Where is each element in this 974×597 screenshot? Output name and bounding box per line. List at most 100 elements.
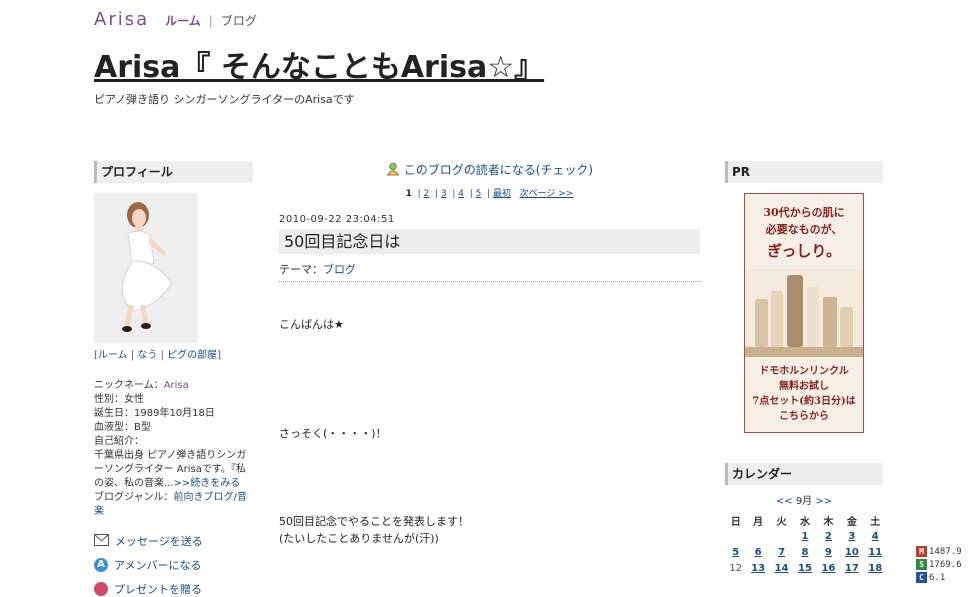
nav-blog-label: ブログ: [220, 14, 257, 28]
calendar-day[interactable]: 16: [817, 560, 840, 576]
nickname-label: ニックネーム：: [94, 380, 164, 391]
blood-type-row: 血液型：B型: [94, 422, 151, 433]
genre-row: ブログジャンル：前向きブログ/音楽: [94, 491, 253, 519]
entry-line: 50回目記念でやることを発表します！: [279, 515, 469, 528]
calendar-day[interactable]: 13: [746, 560, 769, 576]
calendar-next-link[interactable]: >>: [815, 496, 832, 507]
intro-text: 千葉県出身 ピアノ弾き語りシンガーソングライター Arisaです。『私の姿、私の…: [94, 449, 253, 491]
calendar-weekday: 水: [799, 516, 810, 528]
stock-row[interactable]: S 1769.6: [916, 558, 974, 571]
gender-row: 性別：女性: [94, 394, 144, 405]
send-message-label[interactable]: メッセージを送る: [115, 533, 203, 549]
calendar-empty-cell: [770, 528, 793, 544]
calendar-empty-cell: [746, 528, 769, 544]
left-sidebar: プロフィール [ルーム | なう | ピグの部屋] ニックネーム：Arisa 性…: [94, 161, 253, 597]
page-link[interactable]: 4: [458, 189, 464, 199]
bracket-close: ]: [217, 350, 222, 361]
separator: |: [160, 350, 164, 361]
first-page-link[interactable]: 最初: [493, 189, 511, 199]
nickname-row: ニックネーム：Arisa: [94, 379, 253, 393]
page-current: 1: [405, 189, 412, 199]
calendar-prev-link[interactable]: <<: [776, 496, 793, 507]
send-message-action[interactable]: メッセージを送る: [94, 533, 253, 549]
calendar-day[interactable]: 17: [840, 560, 863, 576]
stock-ticker-widget[interactable]: M 1487.9 S 1769.6 C 6.1: [916, 545, 974, 584]
become-reader-row[interactable]: このブログの読者になる(チェック): [279, 161, 700, 178]
separator: |: [130, 350, 135, 361]
read-more-link[interactable]: >>続きをみる: [174, 478, 241, 489]
stock-value: 6.1: [929, 572, 946, 583]
blog-description: ピアノ弾き語り シンガーソングライターのArisaです: [94, 93, 355, 106]
page-link[interactable]: 3: [441, 189, 447, 199]
birthday-row: 誕生日：1989年10月18日: [94, 408, 215, 419]
become-amember-action[interactable]: A アメンバーになる: [94, 557, 253, 573]
calendar-day[interactable]: 11: [864, 544, 887, 560]
genre-label: ブログジャンル：: [94, 492, 174, 503]
calendar-day[interactable]: 7: [770, 544, 793, 560]
entry-line: (たいしたことありませんが(汗)): [279, 532, 439, 545]
stock-value: 1769.6: [929, 559, 962, 570]
ad-headline-2: 必要なものが、: [765, 223, 843, 236]
become-amember-label[interactable]: アメンバーになる: [114, 557, 201, 573]
ad-footer-4: こちらから: [779, 411, 829, 422]
send-gift-action[interactable]: プレゼントを贈る: [94, 581, 253, 597]
profile-links: [ルーム | なう | ピグの部屋]: [94, 346, 253, 361]
pr-ad-banner[interactable]: 30代からの肌に 必要なものが、 ぎっしり。 ドモホルンリンクル 無料お試し 7…: [744, 193, 864, 433]
stock-row[interactable]: C 6.1: [916, 571, 974, 584]
calendar-weekday: 木: [823, 516, 834, 528]
entry-line: こんばんは★: [279, 318, 344, 331]
profile-heading: プロフィール: [94, 161, 253, 183]
calendar-day[interactable]: 3: [840, 528, 863, 544]
ad-footer-3: 7点セット(約3日分)は: [752, 396, 856, 407]
profile-actions: メッセージを送る A アメンバーになる プレゼントを贈る: [94, 533, 253, 597]
page-link[interactable]: 2: [424, 189, 430, 199]
pagination: 1 | 2 | 3 | 4 | 5 | 最初 次ページ >>: [405, 189, 574, 199]
blog-title[interactable]: Arisa『 そんなこともArisa☆』: [94, 42, 544, 86]
room-link[interactable]: ルーム: [98, 350, 128, 361]
pigg-room-link[interactable]: ピグの部屋: [167, 350, 217, 361]
intro-label: 自己紹介：: [94, 436, 144, 447]
nav-room-link[interactable]: ルーム: [165, 12, 201, 29]
reader-icon: [386, 162, 404, 177]
profile-photo-figure: [94, 193, 198, 343]
main-content: このブログの読者になる(チェック) 1 | 2 | 3 | 4 | 5 | 最初…: [279, 161, 700, 545]
entry-title[interactable]: 50回目記念日は: [279, 229, 700, 254]
nav-separator: |: [208, 14, 213, 28]
calendar-day[interactable]: 2: [817, 528, 840, 544]
ad-product-image: [745, 269, 863, 357]
calendar-day[interactable]: 14: [770, 560, 793, 576]
calendar-day[interactable]: 9: [817, 544, 840, 560]
calendar-day[interactable]: 5: [725, 544, 746, 560]
ad-footer-1: ドモホルンリンクル: [759, 366, 849, 377]
profile-info: ニックネーム：Arisa 性別：女性 誕生日：1989年10月18日 血液型：B…: [94, 379, 253, 519]
envelope-icon: [94, 533, 109, 549]
profile-photo[interactable]: [94, 193, 198, 343]
calendar-weekday: 月: [753, 516, 764, 528]
ad-headline-3: ぎっしり。: [766, 242, 842, 260]
calendar-day[interactable]: 8: [793, 544, 816, 560]
entry-body: こんばんは★ さっそく(・・・・)！ 50回目記念でやることを発表します！ (た…: [279, 282, 700, 545]
theme-link[interactable]: ブログ: [323, 263, 356, 276]
calendar-day[interactable]: 1: [793, 528, 816, 544]
calendar-table: 日月火水木金土 1 2 3 4 5 6 7 8 9 10 11 12 13 14 15 16 17 18: [725, 512, 887, 576]
calendar-weekday: 日: [730, 516, 741, 528]
stock-badge: S: [916, 559, 927, 570]
calendar-day[interactable]: 10: [840, 544, 863, 560]
brand-logo[interactable]: Arisa: [94, 9, 149, 30]
calendar-day[interactable]: 6: [746, 544, 769, 560]
become-reader-link[interactable]: このブログの読者になる(チェック): [404, 163, 593, 177]
nau-link[interactable]: なう: [137, 350, 157, 361]
calendar-month-label: 9月: [795, 496, 813, 507]
page-link[interactable]: 5: [476, 189, 482, 199]
calendar-week-row: 5 6 7 8 9 10 11: [725, 544, 887, 560]
next-page-link[interactable]: 次ページ >>: [520, 189, 574, 199]
calendar-day[interactable]: 15: [793, 560, 816, 576]
ad-footer-2: 無料お試し: [779, 381, 829, 392]
ad-headline-1: 30代からの肌に: [763, 206, 845, 219]
calendar-body: 1 2 3 4 5 6 7 8 9 10 11 12 13 14 15 16 17 18: [725, 528, 887, 576]
calendar-day[interactable]: 4: [864, 528, 887, 544]
nickname-value: Arisa: [163, 380, 189, 391]
send-gift-label[interactable]: プレゼントを贈る: [114, 581, 202, 597]
calendar-day[interactable]: 18: [864, 560, 887, 576]
stock-row[interactable]: M 1487.9: [916, 545, 974, 558]
